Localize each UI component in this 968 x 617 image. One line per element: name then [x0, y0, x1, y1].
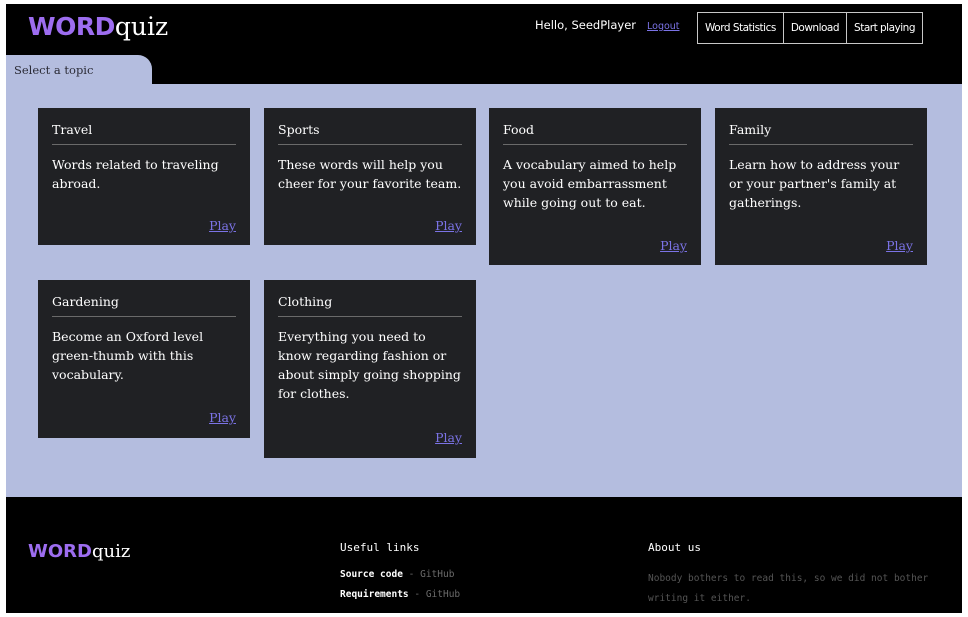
link-separator: - [402, 569, 421, 580]
about-us-text: Nobody bothers to read this, so we did n… [648, 573, 929, 604]
useful-links-heading: Useful links [340, 541, 420, 554]
topic-card-travel: Travel Words related to traveling abroad… [38, 108, 250, 245]
logout-link[interactable]: Logout [647, 21, 680, 32]
greeting-text: Hello, SeedPlayer [535, 18, 636, 32]
nav-buttons: Word Statistics Download Start playing [697, 12, 923, 44]
link-separator: - [408, 589, 426, 600]
topic-description: Learn how to address your or your partne… [729, 157, 900, 210]
topic-description: These words will help you cheer for your… [278, 157, 462, 191]
select-topic-tab: Select a topic [6, 55, 152, 84]
play-link[interactable]: Play [660, 238, 687, 253]
footer-logo-rest: quiz [91, 541, 131, 562]
about-us-heading: About us [648, 541, 701, 554]
header: WORDquiz Hello, SeedPlayer Logout Word S… [6, 4, 962, 84]
topic-title: Food [503, 122, 687, 145]
play-link[interactable]: Play [886, 238, 913, 253]
topic-description: A vocabulary aimed to help you avoid emb… [503, 157, 677, 210]
footer: WORDquiz Useful links Source code - GitH… [6, 497, 962, 613]
topic-card-family: Family Learn how to address your or your… [715, 108, 927, 265]
play-link[interactable]: Play [435, 430, 462, 445]
download-button[interactable]: Download [784, 13, 848, 43]
link-label: Source code [340, 569, 403, 580]
footer-logo[interactable]: WORDquiz [28, 541, 130, 563]
link-target: GitHub [420, 569, 455, 580]
play-link[interactable]: Play [435, 218, 462, 233]
topic-card-gardening: Gardening Become an Oxford level green-t… [38, 280, 250, 438]
page: WORDquiz Hello, SeedPlayer Logout Word S… [6, 4, 962, 613]
topic-title: Sports [278, 122, 462, 145]
topic-card-clothing: Clothing Everything you need to know reg… [264, 280, 476, 458]
select-topic-label: Select a topic [14, 63, 94, 77]
topic-title: Clothing [278, 294, 462, 317]
logo[interactable]: WORDquiz [28, 12, 168, 42]
topic-title: Family [729, 122, 913, 145]
link-target: GitHub [425, 589, 461, 600]
start-playing-button[interactable]: Start playing [847, 13, 922, 43]
logo-rest: quiz [114, 12, 169, 41]
topic-title: Travel [52, 122, 236, 145]
requirements-link[interactable]: Requirements - GitHub [340, 589, 460, 600]
footer-logo-brand: WORD [28, 541, 92, 562]
topic-title: Gardening [52, 294, 236, 317]
word-statistics-button[interactable]: Word Statistics [698, 13, 784, 43]
source-code-link[interactable]: Source code - GitHub [340, 569, 454, 580]
link-label: Requirements [340, 589, 409, 600]
topic-description: Everything you need to know regarding fa… [278, 329, 461, 401]
topic-card-sports: Sports These words will help you cheer f… [264, 108, 476, 245]
topic-description: Become an Oxford level green-thumb with … [52, 329, 204, 382]
topic-card-food: Food A vocabulary aimed to help you avoi… [489, 108, 701, 265]
topic-description: Words related to traveling abroad. [52, 157, 219, 191]
logo-brand: WORD [28, 12, 115, 41]
play-link[interactable]: Play [209, 218, 236, 233]
play-link[interactable]: Play [209, 410, 236, 425]
